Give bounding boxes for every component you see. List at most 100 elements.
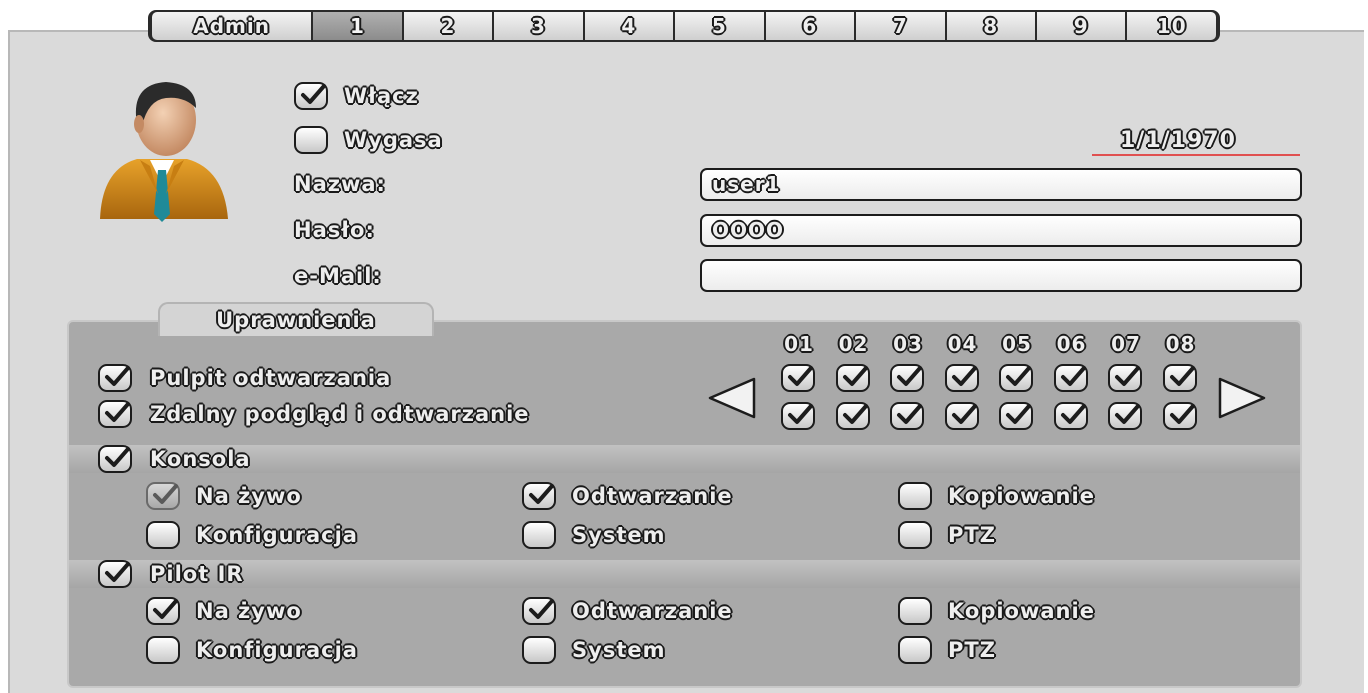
playback-channel-08-checkbox[interactable] <box>1162 364 1197 392</box>
name-label: Nazwa: <box>294 172 386 196</box>
user-avatar-icon <box>92 74 232 224</box>
console-kopiowanie-label: Kopiowanie <box>948 484 1095 508</box>
channel-number-02: 02 <box>838 332 869 356</box>
channel-number-03: 03 <box>893 332 923 356</box>
ir-remote-konfiguracja-checkbox[interactable] <box>146 636 180 664</box>
console-system-label: System <box>572 523 666 547</box>
checkmark-icon <box>105 447 130 467</box>
expiry-date[interactable]: 1/1/1970 <box>1120 128 1236 153</box>
channel-number-08: 08 <box>1165 332 1196 356</box>
checkmark-icon <box>1115 404 1140 424</box>
playback-channel-01-checkbox[interactable] <box>781 364 815 392</box>
checkmark-icon <box>529 484 554 504</box>
checkmark-icon <box>1169 404 1195 424</box>
left-arrow-icon[interactable] <box>706 376 758 424</box>
ir-remote-system-checkbox[interactable] <box>522 636 556 664</box>
remote-view-label: Zdalny podgląd i odtwarzanie <box>150 402 530 426</box>
checkmark-icon <box>1006 366 1031 386</box>
playback-channel-05-checkbox[interactable] <box>999 364 1033 392</box>
permissions-tab[interactable]: Uprawnienia <box>158 302 434 336</box>
checkmark-icon <box>897 366 922 386</box>
remote-channel-02-checkbox[interactable] <box>835 402 870 430</box>
checkmark-icon <box>951 404 977 424</box>
remote-channel-03-checkbox[interactable] <box>890 402 924 430</box>
ir-remote-na-ywo-checkbox[interactable] <box>146 597 180 625</box>
console-kopiowanie-checkbox[interactable] <box>898 482 932 510</box>
console-odtwarzanie-checkbox[interactable] <box>522 482 556 510</box>
ir-remote-konfiguracja-label: Konfiguracja <box>196 638 358 662</box>
remote-channel-05-checkbox[interactable] <box>999 402 1033 430</box>
email-label: e-Mail: <box>294 264 382 288</box>
playback-channel-02-checkbox[interactable] <box>835 364 870 392</box>
ir-remote-ptz-checkbox[interactable] <box>898 636 932 664</box>
remote-channel-06-checkbox[interactable] <box>1053 402 1088 430</box>
remote-channel-01-checkbox[interactable] <box>781 402 815 430</box>
name-input[interactable]: user1 <box>700 168 1302 201</box>
checkmark-icon <box>301 84 326 104</box>
tab-3[interactable]: 3 <box>494 12 583 40</box>
tab-10[interactable]: 10 <box>1127 12 1216 40</box>
expiry-date-underline <box>1092 154 1300 156</box>
channel-number-07: 07 <box>1111 332 1141 356</box>
ir-remote-checkbox[interactable] <box>98 560 132 588</box>
expire-checkbox[interactable] <box>294 126 328 154</box>
console-na-ywo-checkbox[interactable] <box>146 482 180 510</box>
email-input[interactable] <box>700 259 1302 292</box>
playback-desktop-checkbox[interactable] <box>98 364 132 392</box>
checkmark-icon <box>105 562 130 582</box>
checkmark-icon <box>105 402 130 422</box>
console-system-checkbox[interactable] <box>522 521 556 549</box>
playback-channel-06-checkbox[interactable] <box>1053 364 1088 392</box>
tab-5[interactable]: 5 <box>675 12 764 40</box>
tab-7[interactable]: 7 <box>856 12 945 40</box>
playback-desktop-label: Pulpit odtwarzania <box>150 366 392 390</box>
checkmark-icon <box>529 599 554 619</box>
tab-6[interactable]: 6 <box>765 12 855 40</box>
console-label: Konsola <box>150 447 251 471</box>
channel-number-04: 04 <box>947 332 978 356</box>
remote-channel-08-checkbox[interactable] <box>1162 402 1197 430</box>
console-ptz-checkbox[interactable] <box>898 521 932 549</box>
tab-1[interactable]: 1 <box>313 12 402 40</box>
checkmark-icon <box>951 366 977 386</box>
password-label: Hasło: <box>294 218 375 242</box>
remote-channel-07-checkbox[interactable] <box>1108 402 1142 430</box>
tab-2[interactable]: 2 <box>403 12 493 40</box>
checkmark-icon <box>788 404 813 424</box>
checkmark-icon <box>105 366 130 386</box>
remote-view-checkbox[interactable] <box>98 400 132 428</box>
playback-channel-04-checkbox[interactable] <box>944 364 979 392</box>
tab-admin[interactable]: Admin <box>152 12 312 40</box>
ir-remote-na-ywo-label: Na żywo <box>196 599 302 623</box>
password-input[interactable]: OOOO <box>700 214 1302 247</box>
channel-number-01: 01 <box>784 332 814 356</box>
channel-number-05: 05 <box>1002 332 1032 356</box>
checkmark-icon <box>1060 404 1086 424</box>
right-arrow-icon[interactable] <box>1216 376 1268 424</box>
playback-channel-03-checkbox[interactable] <box>890 364 924 392</box>
enable-checkbox[interactable] <box>294 82 328 110</box>
ir-remote-kopiowanie-checkbox[interactable] <box>898 597 932 625</box>
console-konfiguracja-checkbox[interactable] <box>146 521 180 549</box>
expire-label: Wygasa <box>344 128 443 152</box>
playback-channel-07-checkbox[interactable] <box>1108 364 1142 392</box>
user-tab-bar: Admin 1 2 3 4 5 6 7 8 9 10 <box>148 10 1220 42</box>
checkmark-icon <box>1060 366 1086 386</box>
checkmark-icon <box>1006 404 1031 424</box>
checkmark-icon <box>1169 366 1195 386</box>
ir-remote-label: Pilot IR <box>150 562 244 586</box>
enable-label: Włącz <box>344 84 419 108</box>
tab-4[interactable]: 4 <box>584 12 674 40</box>
tab-9[interactable]: 9 <box>1037 12 1126 40</box>
ir-remote-ptz-label: PTZ <box>948 638 996 662</box>
console-ptz-label: PTZ <box>948 523 996 547</box>
console-strip <box>69 445 1300 473</box>
ir-remote-strip <box>69 560 1300 588</box>
tab-8[interactable]: 8 <box>946 12 1035 40</box>
ir-remote-odtwarzanie-checkbox[interactable] <box>522 597 556 625</box>
console-na-ywo-label: Na żywo <box>196 484 302 508</box>
console-checkbox[interactable] <box>98 445 132 473</box>
checkmark-icon <box>842 404 868 424</box>
remote-channel-04-checkbox[interactable] <box>944 402 979 430</box>
ir-remote-system-label: System <box>572 638 666 662</box>
